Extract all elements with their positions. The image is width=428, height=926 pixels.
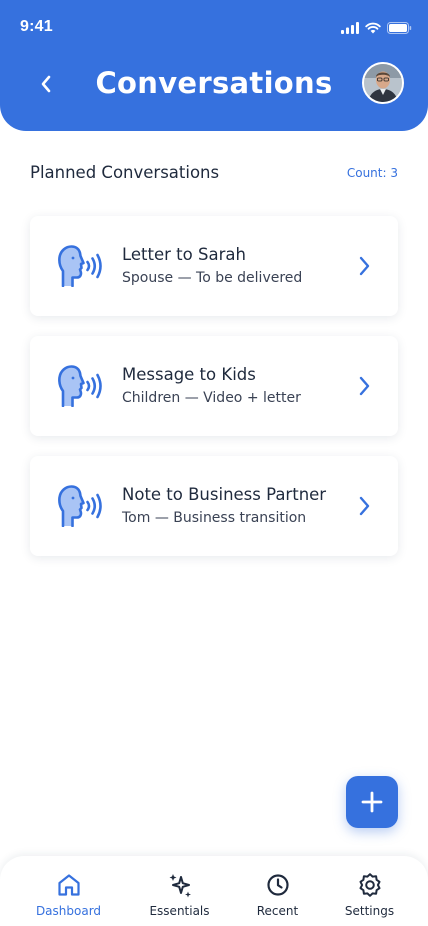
nav-label: Dashboard [35, 904, 102, 918]
nav-label: Recent [256, 904, 299, 918]
nav-label: Essentials [149, 904, 210, 918]
profile-photo [364, 64, 402, 102]
conversations-screen: 9:41 Conversations Planned Conversations… [0, 0, 428, 926]
speaking-head-icon [58, 245, 102, 287]
count-label: Count: 3 [346, 166, 398, 180]
conversation-card[interactable]: Message to Kids Children — Video + lette… [30, 336, 398, 436]
conversation-subtitle: Spouse — To be delivered [122, 270, 303, 286]
speaking-head-icon [58, 485, 102, 527]
speaking-head-icon [58, 365, 102, 407]
sparkle-icon [169, 874, 191, 898]
wifi-icon [365, 22, 381, 34]
conversation-subtitle: Children — Video + letter [122, 390, 301, 406]
signal-icon [341, 22, 359, 34]
bottom-nav: Dashboard Essentials Recent Settings [0, 856, 428, 926]
status-time: 9:41 [20, 18, 53, 35]
status-icons [341, 20, 412, 36]
section-title: Planned Conversations [30, 163, 220, 182]
add-conversation-button[interactable] [346, 776, 398, 828]
avatar[interactable] [362, 62, 404, 104]
battery-icon [387, 22, 412, 34]
chevron-right-icon [359, 256, 370, 276]
nav-item-essentials[interactable]: Essentials [126, 856, 233, 926]
nav-item-recent[interactable]: Recent [224, 856, 331, 926]
conversation-card[interactable]: Note to Business Partner Tom — Business … [30, 456, 398, 556]
home-icon [57, 874, 80, 896]
conversation-title: Note to Business Partner [122, 485, 327, 504]
plus-icon [361, 791, 383, 813]
gear-icon [359, 873, 380, 897]
conversation-card[interactable]: Letter to Sarah Spouse — To be delivered [30, 216, 398, 316]
chevron-right-icon [359, 496, 370, 516]
conversation-title: Message to Kids [122, 365, 256, 384]
chevron-right-icon [359, 376, 370, 396]
nav-item-settings[interactable]: Settings [316, 856, 423, 926]
clock-icon [266, 874, 289, 896]
nav-label: Settings [344, 904, 395, 918]
conversation-title: Letter to Sarah [122, 245, 246, 264]
nav-item-dashboard[interactable]: Dashboard [15, 856, 122, 926]
conversation-subtitle: Tom — Business transition [122, 510, 307, 526]
header: 9:41 Conversations [0, 0, 428, 131]
